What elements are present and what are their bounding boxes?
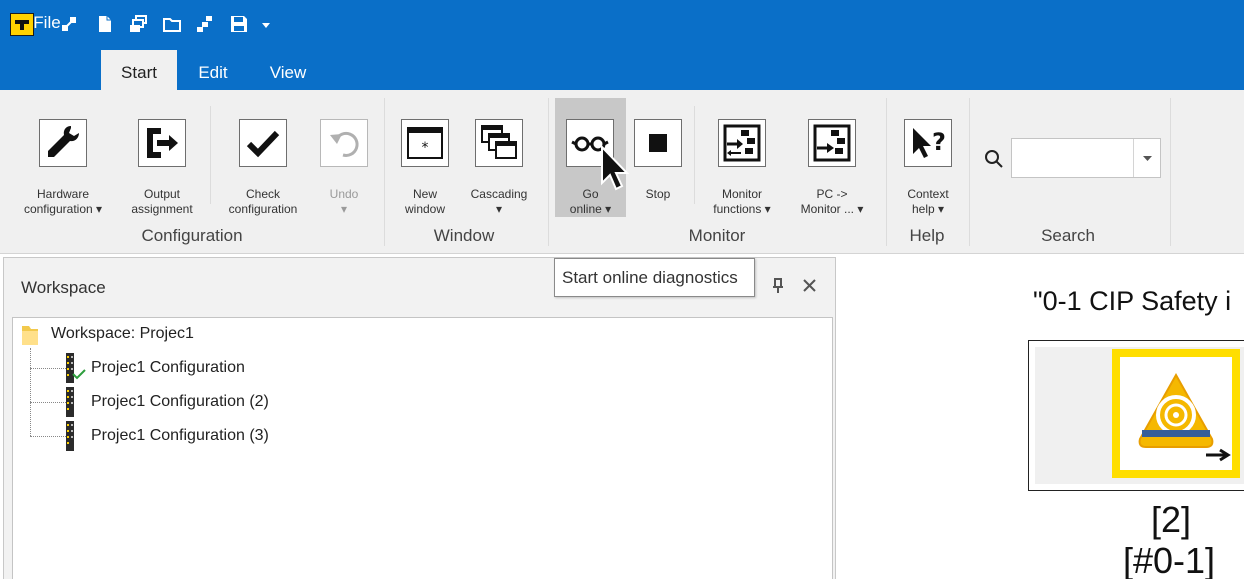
undo-button[interactable]: Undo ▾ (304, 98, 384, 218)
customize-dropdown-icon[interactable] (260, 15, 272, 33)
title-bar: File Start Edit View (0, 0, 1244, 90)
cascading-label: Cascading ▾ (470, 187, 528, 216)
pin-icon[interactable] (770, 276, 786, 296)
open-folder-icon[interactable] (163, 15, 181, 33)
stop-label: Stop (645, 187, 671, 201)
hardware-configuration-button[interactable]: Hardware configuration ▾ (23, 98, 103, 218)
group-window-label: Window (433, 226, 495, 245)
checkmark-icon (239, 119, 287, 167)
cip-safety-device-icon (1138, 372, 1231, 462)
device-node-body (1035, 347, 1244, 484)
cascade-windows-icon (475, 119, 523, 167)
network-icon[interactable] (196, 15, 214, 33)
tree-item-label: Projec1 Configuration (91, 359, 245, 376)
svg-text:*: * (422, 140, 429, 156)
device-image-inner (1120, 357, 1232, 470)
new-document-icon[interactable] (96, 15, 114, 33)
stop-button[interactable]: Stop (618, 98, 698, 218)
save-icon[interactable] (230, 15, 248, 33)
tree-item[interactable]: Projec1 Configuration (2) (13, 386, 333, 420)
application-window: File Start Edit View Hardware configurat… (0, 0, 1244, 579)
device-title: "0-1 CIP Safety i (1033, 286, 1232, 316)
new-window-label: New window (404, 187, 446, 216)
folder-icon (22, 326, 38, 345)
search-icon (985, 150, 1003, 168)
tree-item[interactable]: Projec1 Configuration (13, 352, 333, 386)
pc-to-monitor-icon (808, 119, 856, 167)
chevron-down-icon (1143, 156, 1152, 161)
workspace-panel: Workspace Workspace: Projec1 Projec1 Con… (3, 257, 836, 579)
context-help-button[interactable]: ? Context help ▾ (888, 98, 968, 218)
mouse-cursor-icon (601, 145, 630, 191)
undo-icon (320, 119, 368, 167)
output-assignment-button[interactable]: Output assignment (122, 98, 202, 218)
group-help-label: Help (909, 226, 945, 245)
ribbon-separator (1170, 98, 1171, 246)
group-configuration-label: Configuration (141, 226, 243, 245)
search-dropdown-button[interactable] (1133, 139, 1160, 177)
context-help-icon: ? (904, 119, 952, 167)
device-icon (66, 421, 74, 451)
tree-item-label: Projec1 Configuration (3) (91, 427, 269, 444)
ribbon-separator (210, 106, 211, 204)
pc-to-monitor-label: PC -> Monitor ... ▾ (800, 187, 864, 216)
check-configuration-button[interactable]: Check configuration (223, 98, 303, 218)
check-configuration-label: Check configuration (228, 187, 298, 216)
new-project-icon[interactable] (129, 15, 147, 33)
monitor-functions-icon (718, 119, 766, 167)
search-input[interactable] (1011, 138, 1161, 178)
tree-item[interactable]: Projec1 Configuration (3) (13, 420, 333, 454)
tree-root-label: Workspace: Projec1 (51, 325, 194, 342)
new-window-button[interactable]: * New window (385, 98, 465, 218)
hardware-configuration-label: Hardware configuration ▾ (23, 187, 103, 216)
configuration-canvas: "0-1 CIP Safety i [2] [#0-1] (836, 255, 1244, 579)
device-address-label: [#0-1] (1123, 540, 1216, 579)
undo-label: Undo ▾ (329, 187, 359, 216)
wrench-icon (39, 119, 87, 167)
tab-start[interactable]: Start (101, 50, 177, 90)
pc-to-monitor-button[interactable]: PC -> Monitor ... ▾ (792, 98, 872, 218)
close-icon[interactable] (800, 276, 820, 296)
device-image (1112, 349, 1240, 478)
group-monitor-label: Monitor (688, 226, 746, 245)
device-icon (66, 387, 74, 417)
output-assignment-icon (138, 119, 186, 167)
ribbon-separator (548, 98, 549, 246)
ribbon-separator (886, 98, 887, 246)
monitor-functions-label: Monitor functions ▾ (713, 187, 771, 216)
ribbon-separator (969, 98, 970, 246)
device-node[interactable] (1028, 340, 1244, 491)
tab-edit[interactable]: Edit (186, 50, 240, 90)
tooltip: Start online diagnostics (554, 258, 755, 297)
workspace-title: Workspace (21, 278, 106, 297)
ribbon-separator (694, 106, 695, 204)
monitor-functions-button[interactable]: Monitor functions ▾ (702, 98, 782, 218)
tree-item-label: Projec1 Configuration (2) (91, 393, 269, 410)
workspace-tree: Workspace: Projec1 Projec1 Configuration (12, 317, 833, 579)
svg-text:?: ? (932, 128, 946, 156)
cascading-button[interactable]: Cascading ▾ (459, 98, 539, 218)
output-assignment-label: Output assignment (131, 187, 193, 216)
tab-view[interactable]: View (260, 50, 316, 90)
new-window-icon: * (401, 119, 449, 167)
group-search-label: Search (1041, 226, 1095, 245)
check-icon (72, 369, 86, 380)
tree-root[interactable]: Workspace: Projec1 (13, 318, 313, 352)
context-help-label: Context help ▾ (907, 187, 949, 216)
stop-icon (634, 119, 682, 167)
tab-file[interactable]: File (20, 0, 74, 40)
device-index-label: [2] (1151, 499, 1192, 540)
